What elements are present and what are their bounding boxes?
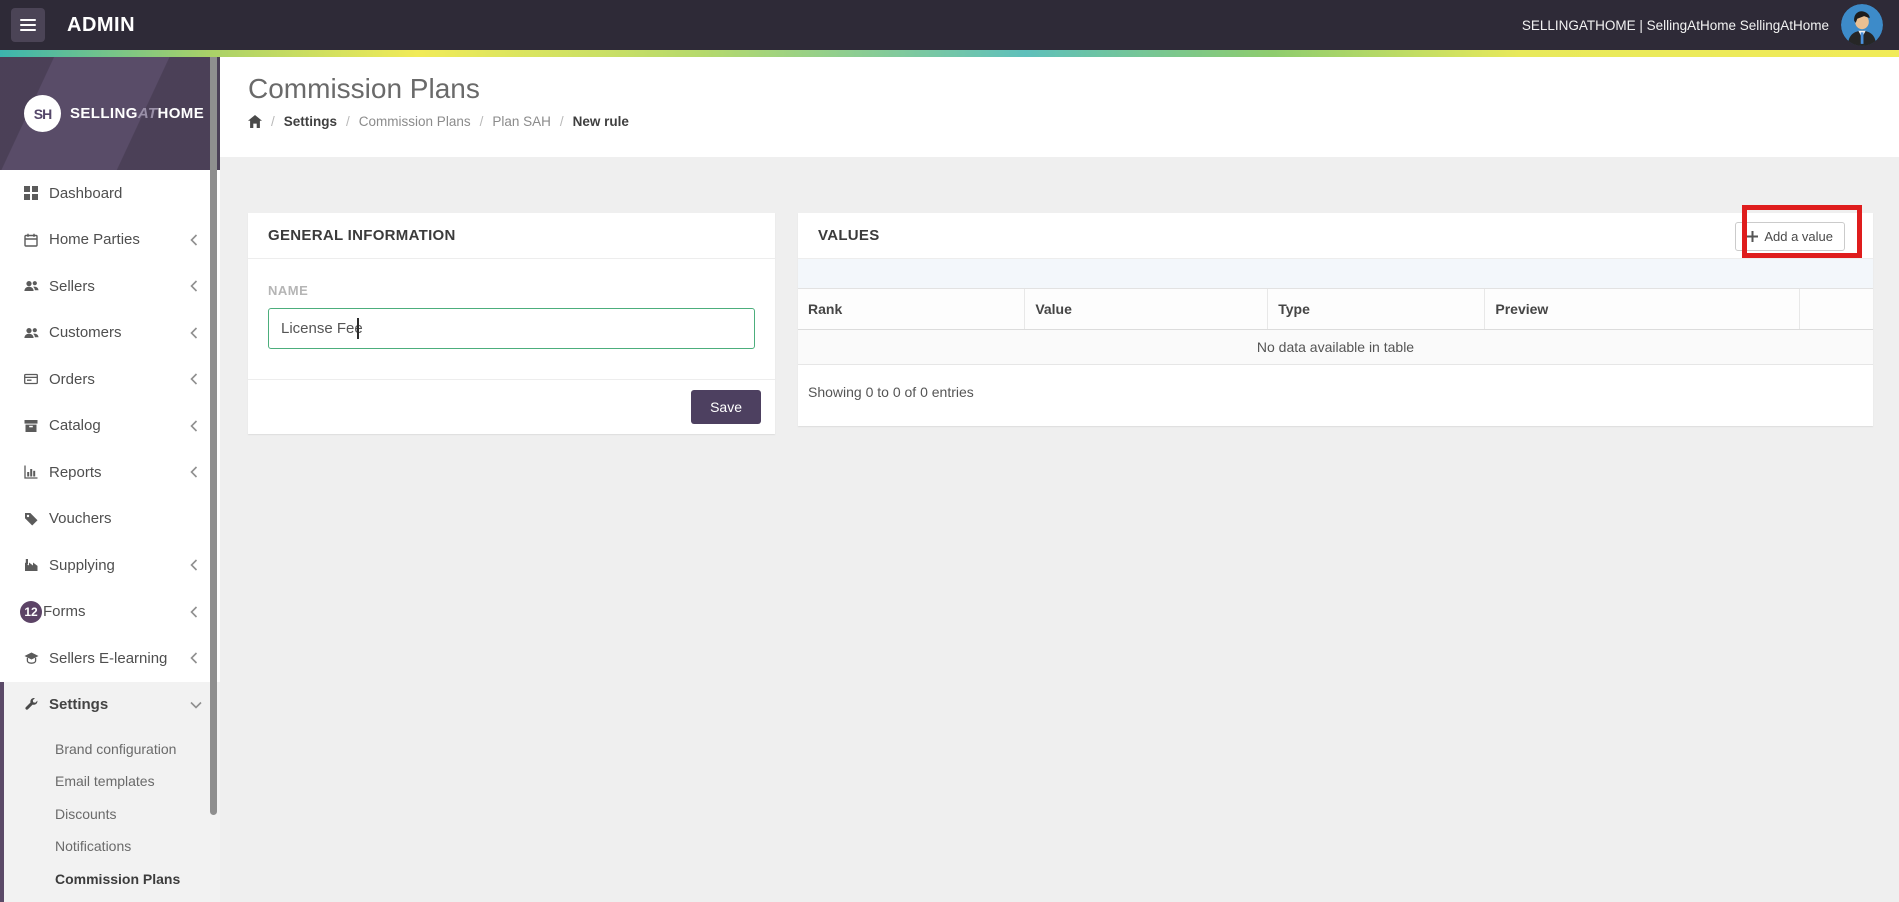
logo-sh-badge: SH [24, 95, 61, 132]
chevron-left-icon [190, 327, 198, 339]
sidebar-subitem-brand-configuration[interactable]: Brand configuration [4, 733, 220, 766]
chevron-left-icon [190, 559, 198, 571]
page-header: Commission Plans / Settings / Commission… [220, 57, 1899, 157]
logo-name: SELLINGATHOME [70, 105, 205, 122]
main-content: Commission Plans / Settings / Commission… [220, 57, 1899, 902]
empty-table-row: No data available in table [798, 329, 1873, 365]
sidebar-subitem-notifications[interactable]: Notifications [4, 830, 220, 863]
breadcrumb-separator: / [559, 114, 564, 129]
accent-gradient-bar [0, 50, 1899, 57]
bar-chart-icon [24, 465, 40, 479]
sidebar-item-sellers[interactable]: Sellers [0, 263, 220, 310]
sidebar-toggle-button[interactable] [11, 8, 45, 42]
page-title: Commission Plans [248, 73, 480, 104]
general-information-footer: Save [248, 379, 775, 434]
app-brand: ADMIN [67, 13, 136, 36]
forms-count-badge: 12 [20, 600, 42, 623]
chevron-left-icon [190, 652, 198, 664]
text-cursor [357, 318, 359, 339]
archive-box-icon [24, 419, 40, 433]
values-table: Rank Value Type Preview No data availabl… [798, 289, 1873, 365]
sidebar-subitem-discounts[interactable]: Discounts [4, 798, 220, 831]
sidebar-item-supplying[interactable]: Supplying [0, 542, 220, 589]
tag-icon [24, 512, 40, 526]
chevron-left-icon [190, 234, 198, 246]
sidebar-subitem-email-templates[interactable]: Email templates [4, 765, 220, 798]
name-input[interactable] [268, 308, 755, 349]
values-panel: VALUES Add a value Rank Value Type Previ [798, 205, 1873, 426]
breadcrumb-plan-sah[interactable]: Plan SAH [492, 114, 551, 129]
sidebar-scrollbar-thumb[interactable] [210, 57, 217, 815]
content-area: GENERAL INFORMATION NAME Save VALUES [220, 157, 1899, 902]
sidebar-menu: Dashboard Home Parties Sellers Customers… [0, 170, 220, 682]
sidebar-item-sellers-elearning[interactable]: Sellers E-learning [0, 635, 220, 682]
sidebar-logo[interactable]: SH SELLINGATHOME [0, 57, 220, 170]
column-header-actions [1799, 289, 1873, 330]
settings-submenu: Brand configuration Email templates Disc… [4, 728, 220, 896]
empty-table-message: No data available in table [798, 329, 1873, 365]
calendar-icon [24, 233, 40, 247]
sidebar-item-reports[interactable]: Reports [0, 449, 220, 496]
top-navbar: ADMIN SELLINGATHOME | SellingAtHome Sell… [0, 0, 1899, 50]
sidebar-item-forms[interactable]: 12 Forms [0, 589, 220, 636]
list-card-icon [24, 372, 40, 386]
table-header-row: Rank Value Type Preview [798, 289, 1873, 330]
column-header-type[interactable]: Type [1267, 289, 1486, 330]
sidebar-item-orders[interactable]: Orders [0, 356, 220, 403]
chevron-left-icon [190, 606, 198, 618]
user-menu-label[interactable]: SELLINGATHOME | SellingAtHome SellingAtH… [1522, 18, 1829, 33]
name-field-label: NAME [268, 283, 309, 298]
breadcrumb-separator: / [271, 114, 275, 129]
sidebar: SH SELLINGATHOME Dashboard Home Parties … [0, 57, 220, 902]
sidebar-item-home-parties[interactable]: Home Parties [0, 217, 220, 264]
breadcrumb: / Settings / Commission Plans / Plan SAH… [248, 114, 1899, 129]
sidebar-item-vouchers[interactable]: Vouchers [0, 496, 220, 543]
sidebar-subitem-commission-plans[interactable]: Commission Plans [4, 863, 220, 896]
column-header-value[interactable]: Value [1024, 289, 1269, 330]
general-information-panel: GENERAL INFORMATION NAME Save [248, 213, 775, 434]
chevron-left-icon [190, 373, 198, 385]
factory-icon [24, 558, 40, 572]
home-icon[interactable] [248, 115, 262, 128]
chevron-left-icon [190, 466, 198, 478]
sidebar-item-dashboard[interactable]: Dashboard [0, 170, 220, 217]
column-header-rank[interactable]: Rank [798, 289, 1026, 330]
breadcrumb-commission-plans[interactable]: Commission Plans [359, 114, 471, 129]
sidebar-item-customers[interactable]: Customers [0, 310, 220, 357]
graduation-cap-icon [24, 651, 40, 665]
users-icon [24, 326, 40, 340]
general-information-title: GENERAL INFORMATION [248, 213, 775, 259]
wrench-icon [24, 697, 40, 712]
values-title: VALUES [798, 213, 1873, 259]
chevron-left-icon [190, 280, 198, 292]
add-value-button[interactable]: Add a value [1735, 222, 1845, 251]
chevron-down-icon [190, 701, 202, 709]
breadcrumb-settings[interactable]: Settings [284, 114, 337, 129]
grid-icon [24, 186, 40, 201]
plus-icon [1747, 231, 1759, 242]
table-entries-info: Showing 0 to 0 of 0 entries [808, 384, 974, 400]
sidebar-scrollbar [210, 57, 217, 902]
breadcrumb-separator: / [479, 114, 484, 129]
user-avatar[interactable] [1841, 4, 1883, 46]
settings-section-active: Settings Brand configuration Email templ… [0, 681, 220, 902]
save-button[interactable]: Save [691, 390, 761, 424]
breadcrumb-separator: / [346, 114, 350, 129]
chevron-left-icon [190, 420, 198, 432]
users-icon [24, 279, 40, 293]
breadcrumb-new-rule: New rule [572, 114, 629, 129]
sidebar-item-catalog[interactable]: Catalog [0, 403, 220, 450]
sidebar-item-settings[interactable]: Settings [4, 682, 220, 728]
column-header-preview[interactable]: Preview [1484, 289, 1801, 330]
table-toolbar-row [798, 259, 1873, 289]
